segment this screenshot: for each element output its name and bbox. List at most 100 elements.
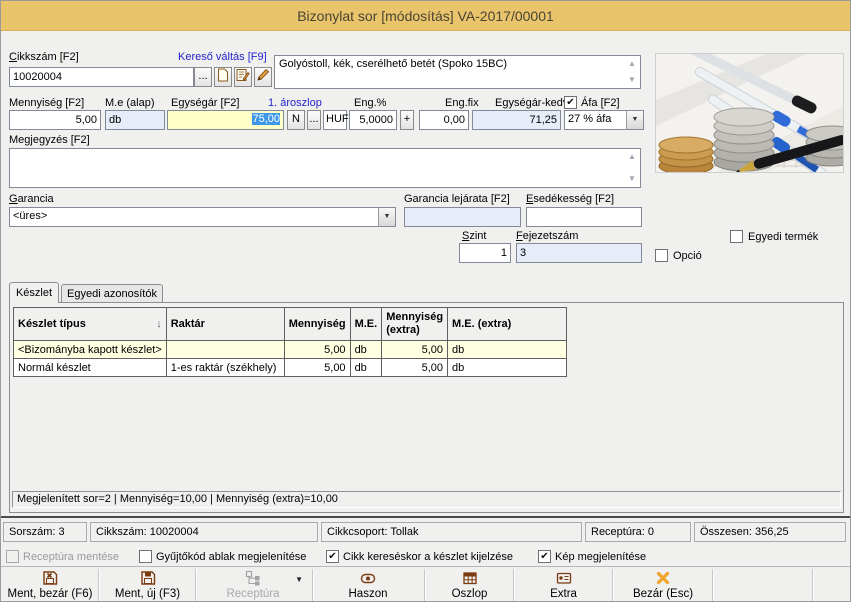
tab-label: Készlet: [16, 287, 52, 299]
receptura-mentese-checkbox: [6, 550, 19, 563]
mennyiseg-input[interactable]: [9, 110, 101, 130]
receptura-button: Receptúra ▼: [197, 569, 309, 602]
afa-value: 27 % áfa: [568, 113, 611, 125]
card-icon: [515, 570, 612, 587]
pens-and-coins-photo: [656, 54, 843, 172]
afa-label: Áfa [F2]: [581, 97, 620, 109]
column-label: M.E. (extra): [452, 318, 511, 330]
egyedi-termek-checkbox[interactable]: [730, 230, 743, 243]
ellipsis-icon: ...: [198, 70, 207, 82]
column-header[interactable]: Mennyiség (extra): [382, 308, 448, 341]
chevron-down-icon[interactable]: ▼: [295, 575, 303, 584]
tab-egyedi-azonositok[interactable]: Egyedi azonosítók: [61, 284, 163, 303]
opcio-checkbox[interactable]: [655, 249, 668, 262]
garancia-dropdown-button[interactable]: ▼: [378, 208, 395, 226]
table-row[interactable]: Normál készlet 1-es raktár (székhely) 5,…: [14, 359, 567, 377]
column-label: Mennyiség (extra): [386, 311, 443, 336]
tab-keszlet[interactable]: Készlet: [9, 282, 59, 303]
save-new-button[interactable]: Ment, új (F3): [101, 569, 194, 602]
megjegyzes-box[interactable]: [9, 148, 641, 188]
new-item-button[interactable]: [214, 67, 232, 87]
scroll-down-icon[interactable]: ▼: [626, 74, 638, 85]
esedekesseg-input[interactable]: [526, 207, 642, 227]
scroll-up-icon[interactable]: ▲: [626, 151, 638, 162]
fejezetszam-label: Fejezetszám: [516, 230, 578, 242]
edit-note-icon: [236, 68, 250, 82]
price-lookup-button[interactable]: ...: [307, 110, 321, 130]
garancia-dropdown[interactable]: <üres> ▼: [9, 207, 396, 227]
recipe-tree-icon: [197, 570, 309, 587]
haszon-button[interactable]: Haszon: [314, 569, 422, 602]
button-label: Bezár (Esc): [614, 588, 712, 600]
plus-button[interactable]: +: [400, 110, 414, 130]
status-text: Összesen: 356,25: [700, 526, 789, 538]
opcio-label: Opció: [673, 250, 702, 262]
scroll-down-icon[interactable]: ▼: [626, 173, 638, 184]
kep-megjelenites-checkbox[interactable]: ✔: [538, 550, 551, 563]
column-label: Készlet típus: [18, 318, 86, 330]
status-receptura: Receptúra: 0: [585, 522, 691, 542]
edit-note-button[interactable]: [234, 67, 252, 87]
header-row: Készlet típus ↓ Raktár Mennyiség M.E. Men…: [14, 308, 567, 341]
cell-me: db: [350, 359, 382, 377]
cell-mennyiseg: 5,00: [284, 359, 350, 377]
column-header[interactable]: Készlet típus ↓: [14, 308, 167, 341]
item-lookup-button[interactable]: ...: [194, 67, 212, 87]
eng-fix-input[interactable]: [419, 110, 469, 130]
szint-input[interactable]: [459, 243, 511, 263]
tab-label: Egyedi azonosítók: [67, 288, 157, 300]
szint-label: Szint: [462, 230, 486, 242]
egysegar-kedv-field: [472, 110, 561, 130]
table-row[interactable]: <Bizományba kapott készlet> 5,00 db 5,00…: [14, 341, 567, 359]
cikkszam-input[interactable]: [9, 67, 194, 87]
gyujtokod-label: Gyűjtőkód ablak megjelenítése: [156, 551, 306, 563]
column-header[interactable]: Raktár: [166, 308, 284, 341]
status-cikkcsoport: Cikkcsoport: Tollak: [321, 522, 582, 542]
afa-dropdown-button[interactable]: ▼: [626, 111, 643, 129]
pencil-button[interactable]: [254, 67, 272, 87]
close-icon: [614, 570, 712, 587]
product-name-box[interactable]: Golyóstoll, kék, cserélhető betét (Spoko…: [274, 55, 641, 89]
egysegar-kedv-label: Egységár-kedv.: [495, 97, 571, 109]
netto-button[interactable]: N: [287, 110, 305, 130]
button-label: Extra: [515, 588, 612, 600]
currency-label: HUF: [326, 113, 349, 125]
eng-pct-input[interactable]: [349, 110, 397, 130]
cell-keszlet-tipus: Normál készlet: [14, 359, 167, 377]
status-osszesen: Összesen: 356,25: [694, 522, 846, 542]
kep-megjelenites-label: Kép megjelenítése: [555, 551, 646, 563]
keszlet-kijelzes-checkbox[interactable]: ✔: [326, 550, 339, 563]
afa-dropdown[interactable]: 27 % áfa ▼: [564, 110, 644, 130]
column-header[interactable]: Mennyiség: [284, 308, 350, 341]
save-new-icon: [101, 570, 194, 587]
gyujtokod-checkbox[interactable]: [139, 550, 152, 563]
currency-field: HUF: [323, 110, 347, 130]
table-summary: Megjelenített sor=2 | Mennyiség=10,00 | …: [12, 491, 841, 508]
oszlop-button[interactable]: Oszlop: [426, 569, 513, 602]
me-alap-label: M.e (alap): [105, 97, 155, 109]
column-header[interactable]: M.E.: [350, 308, 382, 341]
ellipsis-icon: ...: [309, 113, 318, 125]
product-image: [655, 53, 844, 173]
toolbar-separator: [98, 569, 100, 601]
close-button[interactable]: Bezár (Esc): [614, 569, 712, 602]
egysegar-label: Egységár [F2]: [171, 97, 239, 109]
column-label: Mennyiség: [289, 318, 346, 330]
aroszlop-link[interactable]: 1. ároszlop: [268, 97, 322, 109]
afa-checkbox[interactable]: ✔: [564, 96, 577, 109]
kereso-valtas-link[interactable]: Kereső váltás [F9]: [178, 51, 267, 63]
status-sorszam: Sorszám: 3: [3, 522, 87, 542]
megjegyzes-label: Megjegyzés [F2]: [9, 134, 90, 146]
garancia-label: Garancia: [9, 193, 54, 205]
esedekesseg-label: Esedékesség [F2]: [526, 193, 614, 205]
extra-button[interactable]: Extra: [515, 569, 612, 602]
toolbar-separator: [712, 569, 714, 601]
column-header[interactable]: M.E. (extra): [448, 308, 567, 341]
save-close-button[interactable]: Ment, bezár (F6): [3, 569, 97, 602]
scroll-up-icon[interactable]: ▲: [626, 58, 638, 69]
plus-icon: +: [404, 113, 410, 125]
cell-mennyiseg-extra: 5,00: [382, 341, 448, 359]
cell-me: db: [350, 341, 382, 359]
egysegar-input[interactable]: 75,00: [167, 110, 284, 130]
sort-desc-icon: ↓: [156, 318, 162, 330]
